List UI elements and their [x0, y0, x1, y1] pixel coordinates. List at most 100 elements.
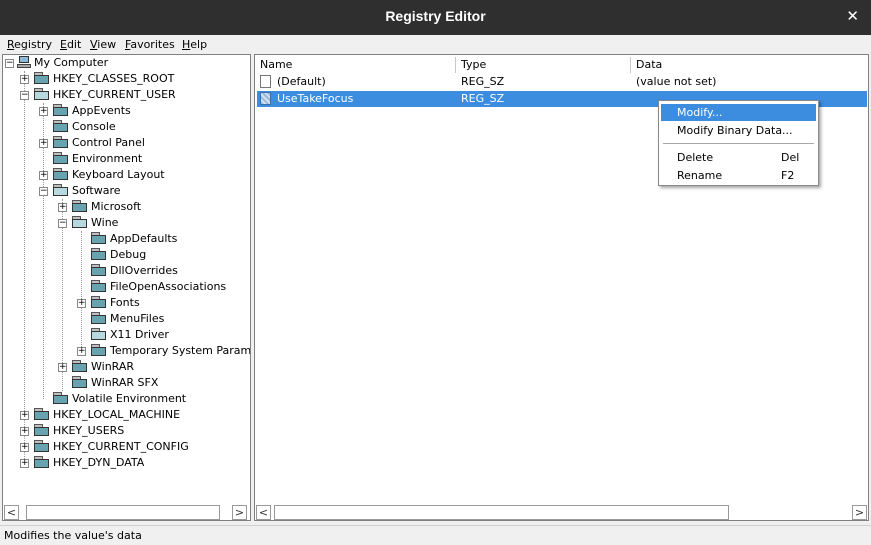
menu-edit[interactable]: Edit: [60, 38, 81, 51]
tree-node-label: X11 Driver: [110, 328, 169, 341]
folder-icon: [34, 424, 50, 436]
column-header-type[interactable]: Type: [456, 57, 631, 73]
tree-node-label: Environment: [72, 152, 143, 165]
close-icon[interactable]: ✕: [846, 7, 859, 25]
menu-item-modify[interactable]: Modify...: [661, 104, 816, 121]
collapse-icon[interactable]: −: [58, 219, 67, 228]
collapse-icon[interactable]: −: [20, 91, 29, 100]
menu-item-shortcut: F2: [781, 169, 795, 182]
tree-connector: [81, 231, 82, 353]
expand-icon[interactable]: +: [58, 203, 67, 212]
folder-open-icon: [72, 216, 88, 228]
folder-icon: [72, 376, 88, 388]
tree-hscrollbar[interactable]: < >: [4, 505, 249, 520]
tree-node-label: Temporary System Paramete: [110, 344, 251, 357]
folder-open-icon: [53, 184, 69, 196]
column-header-data[interactable]: Data: [631, 57, 868, 73]
folder-icon: [34, 72, 50, 84]
menu-registry[interactable]: Registry: [7, 38, 52, 51]
expand-icon[interactable]: +: [20, 459, 29, 468]
tree-node-label: AppEvents: [72, 104, 131, 117]
menu-separator: [663, 143, 814, 144]
status-bar: Modifies the value's data: [0, 525, 871, 545]
tree-node-label: HKEY_DYN_DATA: [53, 456, 145, 469]
value-type: REG_SZ: [461, 92, 505, 105]
scroll-left-icon[interactable]: <: [256, 505, 271, 520]
folder-icon: [91, 344, 107, 356]
scroll-right-icon[interactable]: >: [232, 505, 247, 520]
expand-icon[interactable]: +: [20, 443, 29, 452]
tree-node-label: Fonts: [110, 296, 140, 309]
collapse-icon[interactable]: −: [5, 59, 14, 68]
expand-icon[interactable]: +: [39, 171, 48, 180]
expand-icon[interactable]: +: [77, 299, 86, 308]
menu-favorites[interactable]: Favorites: [125, 38, 175, 51]
value-row[interactable]: (Default) REG_SZ (value not set): [257, 74, 867, 90]
scroll-right-icon[interactable]: >: [852, 505, 867, 520]
tree-node-label: Volatile Environment: [72, 392, 187, 405]
expand-icon[interactable]: +: [77, 347, 86, 356]
expand-icon[interactable]: +: [39, 139, 48, 148]
tree-node-label: WinRAR: [91, 360, 135, 373]
tree-node-label: HKEY_CURRENT_CONFIG: [53, 440, 189, 453]
menu-help[interactable]: Help: [182, 38, 207, 51]
tree-node-label: Console: [72, 120, 116, 133]
computer-icon: [17, 56, 31, 68]
value-type: REG_SZ: [461, 75, 505, 88]
tree-node-label: Debug: [110, 248, 147, 261]
title-bar: Registry Editor ✕: [0, 0, 871, 35]
folder-icon: [91, 248, 107, 260]
folder-icon: [53, 136, 69, 148]
tree-connector: [24, 71, 25, 465]
expand-icon[interactable]: +: [39, 107, 48, 116]
menu-item-label: Delete: [677, 151, 714, 164]
menu-item-label: Modify Binary Data...: [677, 124, 793, 137]
folder-icon: [72, 200, 88, 212]
tree-node-label: FileOpenAssociations: [110, 280, 227, 293]
tree-node-label: HKEY_LOCAL_MACHINE: [53, 408, 181, 421]
menu-item-label: Modify...: [677, 106, 723, 119]
tree-node-label: HKEY_CLASSES_ROOT: [53, 72, 175, 85]
expand-icon[interactable]: +: [20, 427, 29, 436]
string-value-icon: [260, 75, 271, 88]
folder-icon: [91, 232, 107, 244]
folder-icon: [53, 104, 69, 116]
menu-bar: Registry Edit View Favorites Help: [0, 35, 871, 54]
menu-view[interactable]: View: [90, 38, 116, 51]
expand-icon[interactable]: +: [20, 411, 29, 420]
value-data: (value not set): [636, 75, 717, 88]
folder-icon: [72, 360, 88, 372]
folder-icon: [53, 120, 69, 132]
tree-node-label: Microsoft: [91, 200, 142, 213]
list-hscrollbar[interactable]: < >: [256, 505, 867, 520]
menu-item-delete[interactable]: Delete Del: [661, 149, 816, 166]
tree-node-label: HKEY_USERS: [53, 424, 125, 437]
tree-node-label: AppDefaults: [110, 232, 178, 245]
value-name: (Default): [277, 75, 326, 88]
folder-open-icon: [91, 328, 107, 340]
scroll-thumb[interactable]: [26, 505, 220, 520]
folder-icon: [53, 152, 69, 164]
tree-node-label: HKEY_CURRENT_USER: [53, 88, 176, 101]
key-tree[interactable]: − My Computer + HKEY_CLASSES_ROOT − HKEY…: [2, 54, 251, 521]
column-header-name[interactable]: Name: [255, 57, 456, 73]
expand-icon[interactable]: +: [58, 363, 67, 372]
context-menu: Modify... Modify Binary Data... Delete D…: [658, 100, 819, 186]
collapse-icon[interactable]: −: [39, 187, 48, 196]
folder-icon: [53, 168, 69, 180]
folder-icon: [34, 408, 50, 420]
folder-icon: [91, 280, 107, 292]
menu-item-modify-binary[interactable]: Modify Binary Data...: [661, 122, 816, 139]
scroll-left-icon[interactable]: <: [4, 505, 19, 520]
value-name: UseTakeFocus: [277, 92, 354, 105]
menu-item-shortcut: Del: [781, 151, 800, 164]
folder-icon: [91, 264, 107, 276]
tree-node-label: MenuFiles: [110, 312, 165, 325]
scroll-thumb[interactable]: [274, 505, 729, 520]
tree-node-label: Keyboard Layout: [72, 168, 165, 181]
folder-icon: [34, 456, 50, 468]
tree-node-label: DllOverrides: [110, 264, 178, 277]
folder-open-icon: [34, 88, 50, 100]
expand-icon[interactable]: +: [20, 75, 29, 84]
menu-item-rename[interactable]: Rename F2: [661, 167, 816, 184]
